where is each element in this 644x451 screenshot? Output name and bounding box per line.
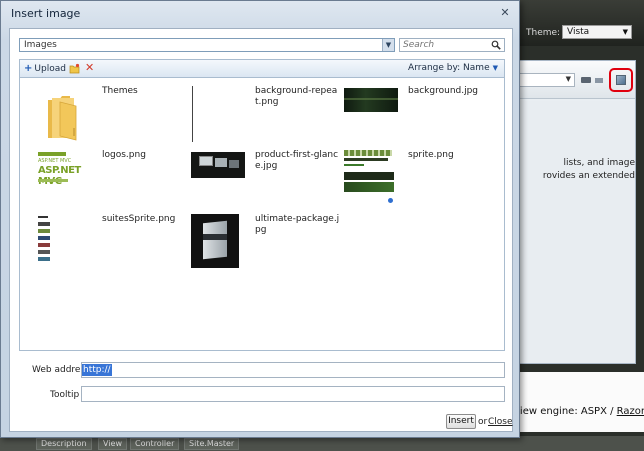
path-combobox[interactable]: Images ▼ (19, 38, 395, 52)
tab-site-master[interactable]: Site.Master (184, 438, 240, 450)
file-name: Themes (102, 86, 138, 96)
tooltip-input[interactable] (81, 386, 505, 402)
insert-image-dialog: Insert image ✕ Images ▼ +Upload ✕ Arrang… (0, 0, 520, 438)
chevron-down-icon[interactable]: ▼ (382, 39, 394, 51)
file-name: logos.png (102, 150, 146, 160)
file-name: product-first-glance.jpg (255, 150, 339, 171)
file-grid[interactable]: Themes background-repeat.png background.… (19, 77, 505, 351)
file-item-ultimate-package[interactable]: ultimate-package.jpg (191, 214, 341, 276)
file-name: background.jpg (408, 86, 479, 96)
file-name: ultimate-package.jpg (255, 214, 340, 235)
path-value: Images (24, 40, 57, 50)
tab-description[interactable]: Description (36, 438, 92, 450)
close-icon[interactable]: ✕ (498, 6, 512, 20)
file-item-logos[interactable]: ASP.NET MVC ASP.NET MVC logos.png (38, 150, 188, 212)
logo-thumb-line1: ASP.NET MVC (38, 158, 72, 164)
chevron-down-icon: ▼ (622, 28, 628, 36)
insert-link-icon[interactable] (581, 77, 591, 83)
folder-icon (38, 86, 94, 142)
file-item-sprite[interactable]: sprite.png (344, 150, 494, 212)
close-link[interactable]: Close (488, 417, 513, 427)
editor-content[interactable] (515, 101, 635, 363)
theme-select-value: Vista (567, 27, 590, 37)
arrange-by-menu[interactable]: Arrange by: Name ▼ (408, 63, 498, 73)
image-thumbnail (191, 214, 247, 270)
theme-label: Theme: (526, 28, 561, 38)
image-icon (616, 75, 626, 85)
background-tabs: Description View Controller Site.Master (0, 436, 644, 451)
image-thumbnail (38, 214, 94, 270)
view-engine-text: view engine: ASPX / Razor (514, 406, 644, 417)
tooltip-label: Tooltip (50, 390, 80, 400)
search-input[interactable] (401, 39, 489, 51)
editor-format-select[interactable]: ▼ (519, 73, 575, 87)
chevron-down-icon: ▼ (565, 75, 571, 83)
file-item-suites-sprite[interactable]: suitesSprite.png (38, 214, 188, 276)
file-toolbar: + Upload ✕ Arrange by: Name ▼ (19, 59, 505, 77)
delete-icon[interactable]: ✕ (85, 61, 96, 74)
theme-select[interactable]: Vista ▼ (562, 25, 632, 39)
file-item-themes[interactable]: Themes (38, 86, 188, 148)
file-name: sprite.png (408, 150, 454, 160)
upload-button[interactable]: + Upload (24, 63, 66, 74)
logo-thumb-line2: ASP.NET MVC (38, 165, 81, 187)
tab-controller[interactable]: Controller (130, 438, 180, 450)
file-item-background[interactable]: background.jpg (344, 86, 494, 148)
file-item-background-repeat[interactable]: background-repeat.png (191, 86, 341, 148)
background-page-content: view engine: ASPX / Razor (514, 372, 644, 432)
insert-button[interactable]: Insert (446, 414, 476, 429)
or-text: or (478, 417, 488, 427)
search-icon[interactable] (491, 40, 501, 50)
file-name: background-repeat.png (255, 86, 338, 107)
image-thumbnail (344, 150, 400, 206)
web-address-input[interactable] (81, 362, 505, 378)
dialog-titlebar[interactable]: Insert image ✕ (1, 1, 519, 28)
editor-toolbar: ▼ (515, 61, 635, 99)
image-manager-button[interactable] (609, 68, 633, 92)
tab-view[interactable]: View (98, 438, 127, 450)
editor-text: lists, and image rovides an extended (542, 158, 635, 181)
image-thumbnail (344, 86, 400, 142)
file-name: suitesSprite.png (102, 214, 176, 224)
unlink-icon[interactable] (595, 78, 603, 83)
razor-link[interactable]: Razor (617, 406, 644, 417)
image-thumbnail (191, 150, 247, 206)
file-item-product-first-glance[interactable]: product-first-glance.jpg (191, 150, 341, 212)
dialog-body: Images ▼ +Upload ✕ Arrange by: Name▼ (9, 28, 513, 432)
plus-icon: + (24, 63, 33, 74)
background-editor: ▼ lists, and image rovides an extended (514, 60, 636, 364)
new-folder-icon[interactable] (69, 63, 80, 74)
image-thumbnail: ASP.NET MVC ASP.NET MVC (38, 150, 94, 206)
chevron-down-icon: ▼ (492, 64, 498, 72)
web-address-selected-text: http:// (82, 364, 112, 376)
image-thumbnail (191, 86, 247, 142)
dialog-title: Insert image (11, 7, 81, 20)
search-box (399, 38, 505, 52)
